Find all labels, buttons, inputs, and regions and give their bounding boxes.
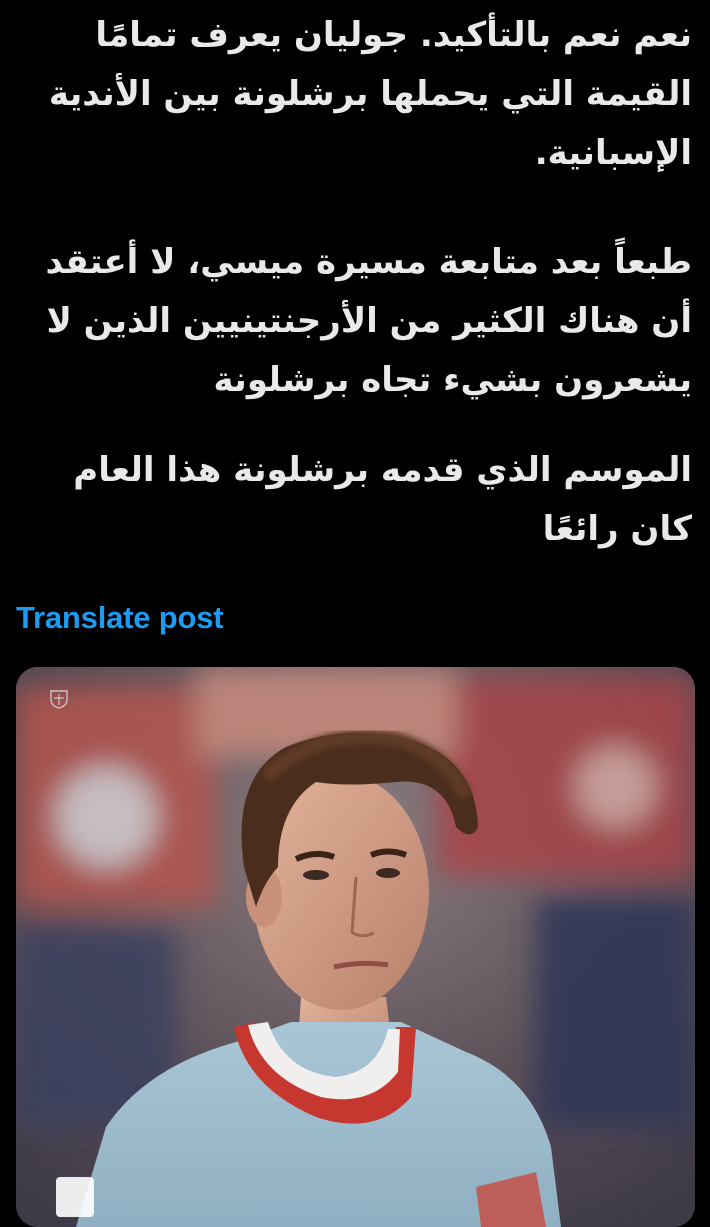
post-paragraph: الموسم الذي قدمه برشلونة هذا العام كان ر… (73, 450, 692, 549)
club-crest-icon (50, 690, 68, 709)
post-paragraph: نعم نعم بالتأكيد. جوليان يعرف تمامًا الق… (48, 15, 692, 173)
player-photo (16, 667, 695, 1227)
post-paragraph: طبعاً بعد متابعة مسيرة ميسي، لا أعتقد أن… (45, 242, 692, 400)
translate-post-link[interactable]: Translate post (16, 600, 224, 636)
post-media-image[interactable] (16, 667, 695, 1227)
